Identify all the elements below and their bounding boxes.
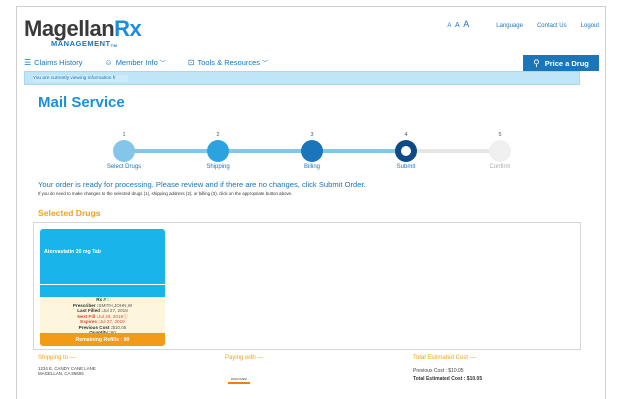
viewing-info-bar: You are currently viewing information fr bbox=[24, 71, 580, 85]
logo-tm: TM bbox=[110, 43, 118, 48]
paying-with-title: Paying with — bbox=[225, 355, 264, 361]
remaining-refills-bar: Remaining Refills : 99 bbox=[40, 333, 165, 346]
magellan-rx-logo[interactable]: MagellanRx MANAGEMENTTM bbox=[24, 16, 142, 49]
nav-tools-resources-label: Tools & Resources bbox=[197, 57, 261, 67]
step-number: 2 bbox=[216, 132, 220, 138]
person-icon: ☺ bbox=[104, 57, 113, 67]
step-circle bbox=[301, 140, 323, 162]
step-confirm: 5 Confirm bbox=[450, 132, 550, 170]
shipping-to-title: Shipping to — bbox=[38, 355, 76, 361]
step-label: Confirm bbox=[489, 164, 511, 170]
step-label: Shipping bbox=[206, 164, 230, 170]
step-submit: 4 Submit bbox=[356, 132, 456, 170]
step-circle bbox=[113, 140, 135, 162]
text-size-large[interactable]: A bbox=[463, 19, 470, 29]
nav-member-info-label: Member Info bbox=[115, 57, 158, 67]
cost-summary: Previous Cost : $10.05 Total Estimated C… bbox=[413, 367, 482, 383]
step-select-drugs[interactable]: 1 Select Drugs bbox=[74, 132, 174, 170]
progress-stepper: 1 Select Drugs 2 Shipping 3 Billing 4 Su… bbox=[74, 132, 529, 178]
nav-tools-resources[interactable]: ⊡ Tools & Resources ﹀ bbox=[188, 58, 268, 67]
address-line-2: MAGELLAN, CA 85665 bbox=[38, 371, 84, 376]
text-size-controls: A A A bbox=[447, 19, 470, 29]
previous-cost-summary: Previous Cost : $10.05 bbox=[413, 368, 464, 374]
step-circle bbox=[395, 140, 417, 162]
logo-sub: MANAGEMENT bbox=[51, 39, 111, 48]
main-nav: ☰ Claims History ☺ Member Info ﹀ ⊡ Tools… bbox=[24, 55, 580, 69]
logout-link[interactable]: Logout bbox=[581, 23, 599, 29]
drug-card: Atorvastatin 20 mg Tab Rx # : Prescriber… bbox=[40, 229, 165, 347]
price-a-drug-button[interactable]: ⚲ Price a Drug bbox=[523, 55, 599, 71]
price-a-drug-label: Price a Drug bbox=[544, 58, 589, 68]
order-ready-message: Your order is ready for processing. Plea… bbox=[38, 180, 366, 189]
shipping-address: 1234 E. CANDY CANE LANE MAGELLAN, CA 856… bbox=[38, 366, 96, 376]
language-link[interactable]: Language bbox=[496, 23, 523, 29]
drug-card-header: Atorvastatin 20 mg Tab bbox=[40, 229, 165, 284]
search-icon: ⚲ bbox=[533, 57, 540, 68]
top-links: A A A Language Contact Us Logout bbox=[447, 19, 599, 29]
total-cost-title: Total Estimated Cost — bbox=[413, 355, 476, 361]
step-number: 1 bbox=[122, 132, 126, 138]
current-step-dot bbox=[401, 146, 411, 156]
step-shipping[interactable]: 2 Shipping bbox=[168, 132, 268, 170]
logo-brand: Magellan bbox=[24, 16, 115, 41]
drug-name: Atorvastatin 20 mg Tab bbox=[44, 249, 101, 255]
drug-card-band bbox=[40, 285, 165, 297]
chevron-down-icon: ﹀ bbox=[159, 60, 166, 67]
toolbox-icon: ⊡ bbox=[187, 57, 195, 67]
nav-claims-history-label: Claims History bbox=[34, 57, 83, 67]
list-icon: ☰ bbox=[24, 57, 32, 67]
step-circle bbox=[207, 140, 229, 162]
step-number: 5 bbox=[498, 132, 502, 138]
chevron-down-icon: ﹀ bbox=[262, 60, 269, 67]
text-size-small[interactable]: A bbox=[447, 23, 452, 29]
nav-member-info[interactable]: ☺ Member Info ﹀ bbox=[105, 58, 166, 67]
step-circle bbox=[489, 140, 511, 162]
step-number: 4 bbox=[404, 132, 408, 138]
step-label: Billing bbox=[303, 164, 320, 170]
page-title: Mail Service bbox=[38, 94, 125, 111]
remaining-refills-label: Remaining Refills : 99 bbox=[75, 336, 130, 343]
text-size-medium[interactable]: A bbox=[455, 22, 460, 29]
selected-drugs-title: Selected Drugs bbox=[38, 208, 101, 218]
selected-drugs-panel: Atorvastatin 20 mg Tab Rx # : Prescriber… bbox=[33, 222, 581, 350]
drug-details: Rx # : Prescriber : SMITH,JOHN,W Last Fil… bbox=[40, 297, 165, 335]
discover-card-logo: DISCOVER bbox=[228, 376, 250, 384]
contact-us-link[interactable]: Contact Us bbox=[537, 23, 567, 29]
step-number: 3 bbox=[310, 132, 314, 138]
total-estimated-cost: Total Estimated Cost : $10.05 bbox=[413, 376, 483, 382]
step-label: Select Drugs bbox=[106, 164, 142, 170]
order-change-hint: If you do need to make changes to the se… bbox=[38, 191, 293, 196]
step-billing[interactable]: 3 Billing bbox=[262, 132, 362, 170]
nav-claims-history[interactable]: ☰ Claims History bbox=[24, 58, 83, 67]
step-label: Submit bbox=[396, 164, 416, 170]
viewing-info-text: You are currently viewing information fr bbox=[33, 74, 128, 82]
logo-rx: Rx bbox=[114, 16, 142, 41]
